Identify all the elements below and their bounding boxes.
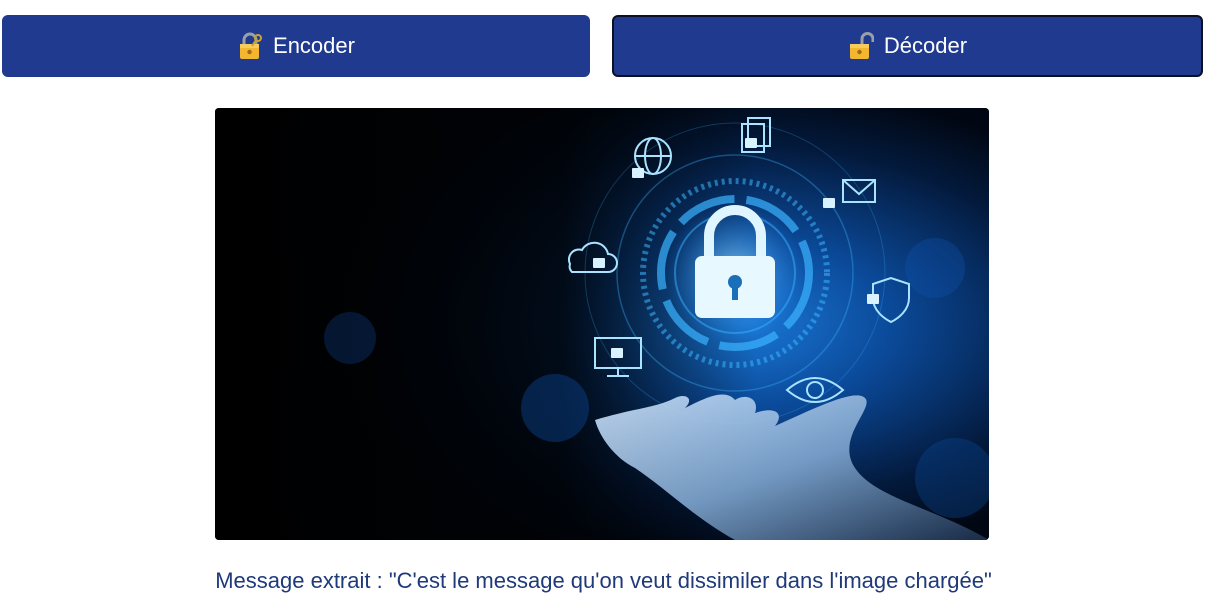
- locked-with-key-icon: [237, 32, 263, 60]
- encode-label: Encoder: [273, 33, 355, 58]
- decoder-page: Encoder Décoder Message extrait: "C'est…: [0, 0, 1207, 615]
- loaded-image: [215, 108, 989, 540]
- encode-button[interactable]: Encoder: [2, 15, 590, 77]
- cybersecurity-padlock-hand-image: [215, 108, 989, 540]
- extracted-message: Message extrait : "C'est le message qu'o…: [215, 568, 992, 593]
- unlocked-padlock-icon: [848, 32, 875, 60]
- decode-button[interactable]: Décoder: [612, 15, 1203, 77]
- decode-label: Décoder: [883, 33, 968, 58]
